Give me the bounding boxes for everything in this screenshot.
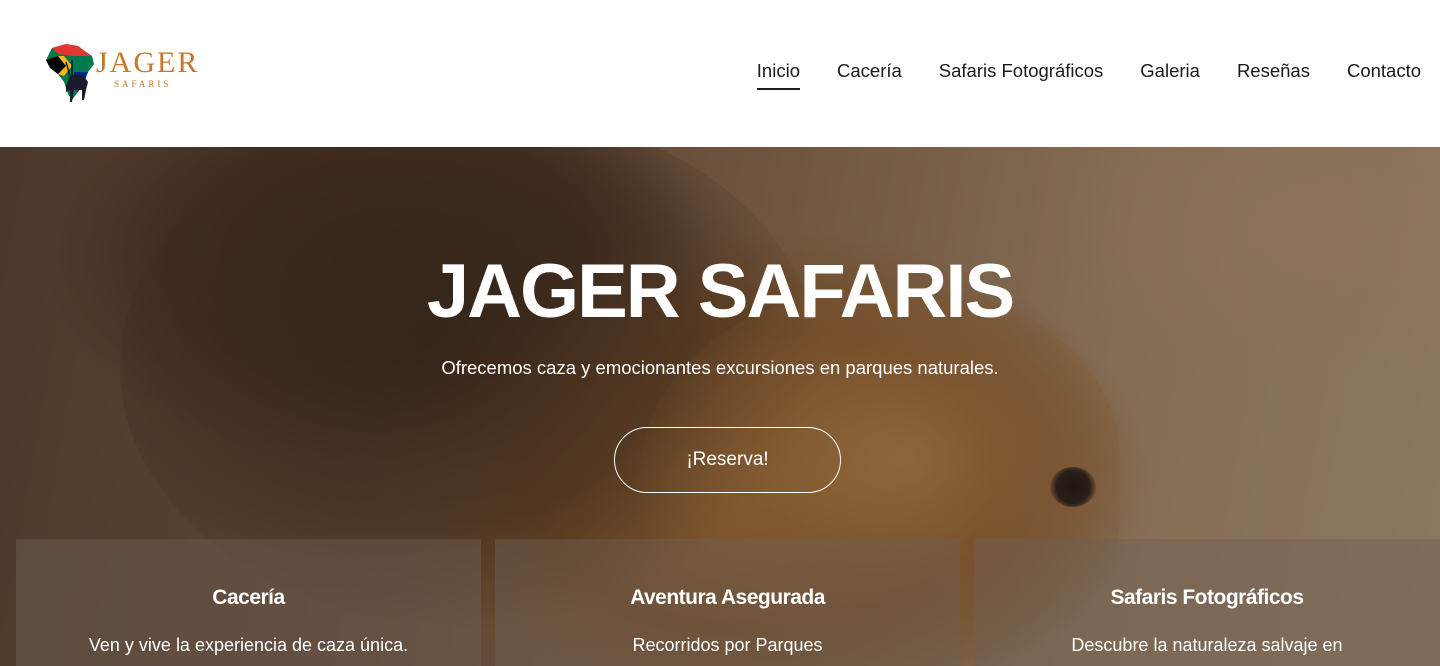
nav-item-inicio[interactable]: Inicio [756, 58, 800, 90]
nav-item-safaris-fotograficos[interactable]: Safaris Fotográficos [939, 58, 1104, 90]
reserve-button[interactable]: ¡Reserva! [614, 427, 841, 493]
feature-card-title: Safaris Fotográficos [1110, 586, 1304, 609]
hero-section: JAGER SAFARIS Ofrecemos caza y emocionan… [0, 147, 1440, 666]
feature-card-aventura: Aventura Asegurada Recorridos por Parque… [495, 539, 960, 666]
site-header: JAGER SAFARIS Inicio Cacería Safaris Fot… [0, 0, 1440, 147]
hero-subtitle: Ofrecemos caza y emocionantes excursione… [441, 357, 999, 378]
nav-item-galeria[interactable]: Galeria [1140, 58, 1200, 90]
africa-map-antelope-logo-icon [46, 44, 94, 102]
main-nav: Inicio Cacería Safaris Fotográficos Gale… [720, 58, 1421, 90]
brand-name: JAGER [96, 46, 200, 79]
nav-item-resenas[interactable]: Reseñas [1237, 58, 1310, 90]
feature-card-text: Descubre la naturaleza salvaje en [1071, 635, 1343, 655]
brand-tagline: SAFARIS [114, 79, 172, 89]
feature-card-title: Aventura Asegurada [630, 586, 825, 609]
nav-item-caceria[interactable]: Cacería [837, 58, 902, 90]
feature-card-safaris: Safaris Fotográficos Descubre la natural… [974, 539, 1440, 666]
hero-title: JAGER SAFARIS [426, 249, 1015, 334]
feature-card-text: Ven y vive la experiencia de caza única. [88, 635, 409, 655]
feature-card-text: Recorridos por Parques [632, 635, 823, 655]
brand-logo[interactable]: JAGER SAFARIS [44, 42, 204, 108]
feature-card-caceria: Cacería Ven y vive la experiencia de caz… [16, 539, 481, 666]
feature-card-title: Cacería [212, 586, 285, 609]
nav-item-contacto[interactable]: Contacto [1347, 58, 1421, 90]
